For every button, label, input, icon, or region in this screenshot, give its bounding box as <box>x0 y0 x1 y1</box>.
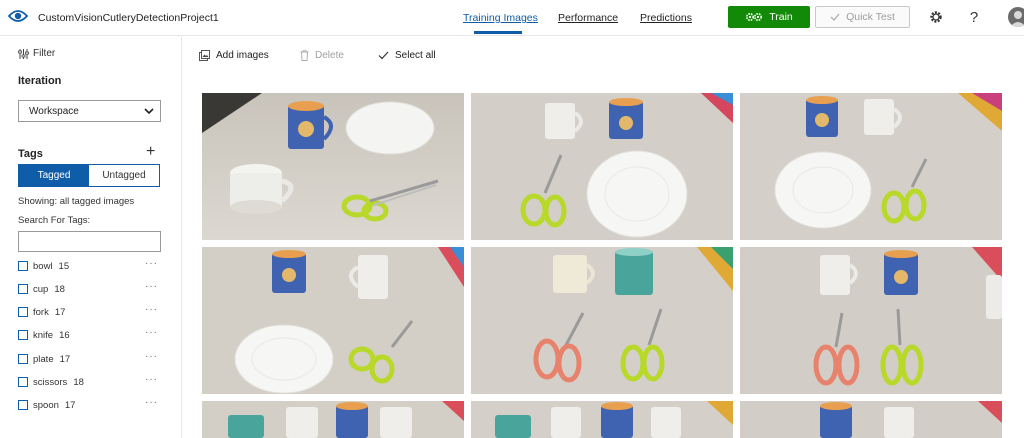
tag-search-input[interactable] <box>18 231 161 252</box>
untagged-toggle-button[interactable]: Untagged <box>89 165 159 186</box>
tag-count: 17 <box>59 353 71 365</box>
tag-row-scissors[interactable]: scissors 18 ··· <box>18 374 160 389</box>
tag-row-bowl[interactable]: bowl 15 ··· <box>18 258 160 273</box>
tag-row-fork[interactable]: fork 17 ··· <box>18 304 160 319</box>
tag-name: plate <box>33 353 54 365</box>
train-label: Train <box>769 11 793 23</box>
image-thumbnail[interactable] <box>202 401 464 438</box>
tab-training-images[interactable]: Training Images <box>463 12 538 24</box>
tag-count: 15 <box>58 260 70 272</box>
chevron-down-icon <box>144 108 154 115</box>
tag-count: 17 <box>54 306 66 318</box>
more-options-icon[interactable]: ··· <box>145 351 158 362</box>
image-thumbnail[interactable] <box>740 247 1002 394</box>
tag-name: bowl <box>33 260 53 272</box>
gears-icon <box>746 12 763 22</box>
more-options-icon[interactable]: ··· <box>145 327 158 338</box>
tag-name: spoon <box>33 399 59 411</box>
sidebar: Filter Iteration Workspace Tags + Tagged… <box>0 37 182 438</box>
tag-count: 17 <box>64 399 76 411</box>
image-thumbnail[interactable] <box>471 401 733 438</box>
tag-name: knife <box>33 329 54 341</box>
avatar[interactable] <box>1008 7 1024 27</box>
tag-checkbox[interactable] <box>18 330 28 340</box>
check-icon <box>830 13 840 21</box>
image-thumbnail[interactable] <box>740 93 1002 240</box>
add-image-icon <box>199 50 210 61</box>
eye-logo-icon[interactable] <box>8 8 28 24</box>
tag-row-plate[interactable]: plate 17 ··· <box>18 351 160 366</box>
tag-count: 16 <box>59 329 70 341</box>
more-options-icon[interactable]: ··· <box>145 281 158 292</box>
tab-performance[interactable]: Performance <box>558 12 618 24</box>
showing-filter-text: Showing: all tagged images <box>18 196 135 207</box>
tagged-untagged-toggle: Tagged Untagged <box>18 164 160 187</box>
tags-heading: Tags <box>18 148 43 160</box>
add-images-button[interactable]: Add images <box>199 50 269 61</box>
tag-count: 18 <box>54 283 65 295</box>
tag-search-label: Search For Tags: <box>18 215 91 226</box>
select-all-button[interactable]: Select all <box>378 50 436 61</box>
more-options-icon[interactable]: ··· <box>145 304 158 315</box>
delete-button[interactable]: Delete <box>300 50 344 61</box>
iteration-heading: Iteration <box>18 75 62 87</box>
help-icon[interactable]: ? <box>966 9 982 26</box>
add-images-label: Add images <box>216 50 269 61</box>
more-options-icon[interactable]: ··· <box>145 397 158 408</box>
tab-predictions[interactable]: Predictions <box>640 12 692 24</box>
tag-checkbox[interactable] <box>18 400 28 410</box>
filter-label: Filter <box>33 48 56 59</box>
filter-icon <box>18 48 29 59</box>
tag-checkbox[interactable] <box>18 354 28 364</box>
tag-name: scissors <box>33 376 68 388</box>
iteration-value: Workspace <box>29 105 79 117</box>
tag-checkbox[interactable] <box>18 261 28 271</box>
tag-count: 18 <box>73 376 84 388</box>
tag-checkbox[interactable] <box>18 284 28 294</box>
more-options-icon[interactable]: ··· <box>145 374 158 385</box>
tag-checkbox[interactable] <box>18 377 28 387</box>
checkmark-icon <box>378 51 389 60</box>
add-tag-plus-icon[interactable]: + <box>146 144 155 160</box>
top-bar: CustomVisionCutleryDetectionProject1 Tra… <box>0 0 1024 36</box>
active-tab-indicator <box>474 31 522 34</box>
settings-gear-icon[interactable] <box>928 9 944 25</box>
tagged-toggle-button[interactable]: Tagged <box>19 165 89 186</box>
filter-button[interactable]: Filter <box>18 48 55 59</box>
tag-name: cup <box>33 283 49 295</box>
trash-icon <box>300 50 309 61</box>
image-thumbnail[interactable] <box>740 401 1002 438</box>
image-thumbnail[interactable] <box>471 247 733 394</box>
quick-test-label: Quick Test <box>846 11 895 23</box>
delete-label: Delete <box>315 50 344 61</box>
image-thumbnail[interactable] <box>202 93 464 240</box>
tag-row-cup[interactable]: cup 18 ··· <box>18 281 160 296</box>
image-thumbnail[interactable] <box>471 93 733 240</box>
image-thumbnail[interactable] <box>202 247 464 394</box>
tag-row-spoon[interactable]: spoon 17 ··· <box>18 397 160 412</box>
tag-row-knife[interactable]: knife 16 ··· <box>18 327 160 342</box>
tag-checkbox[interactable] <box>18 307 28 317</box>
quick-test-button[interactable]: Quick Test <box>815 6 910 28</box>
more-options-icon[interactable]: ··· <box>145 258 158 269</box>
train-button[interactable]: Train <box>728 6 810 28</box>
project-title: CustomVisionCutleryDetectionProject1 <box>38 12 219 24</box>
iteration-dropdown[interactable]: Workspace <box>18 100 161 122</box>
tag-name: fork <box>33 306 49 318</box>
select-all-label: Select all <box>395 50 436 61</box>
